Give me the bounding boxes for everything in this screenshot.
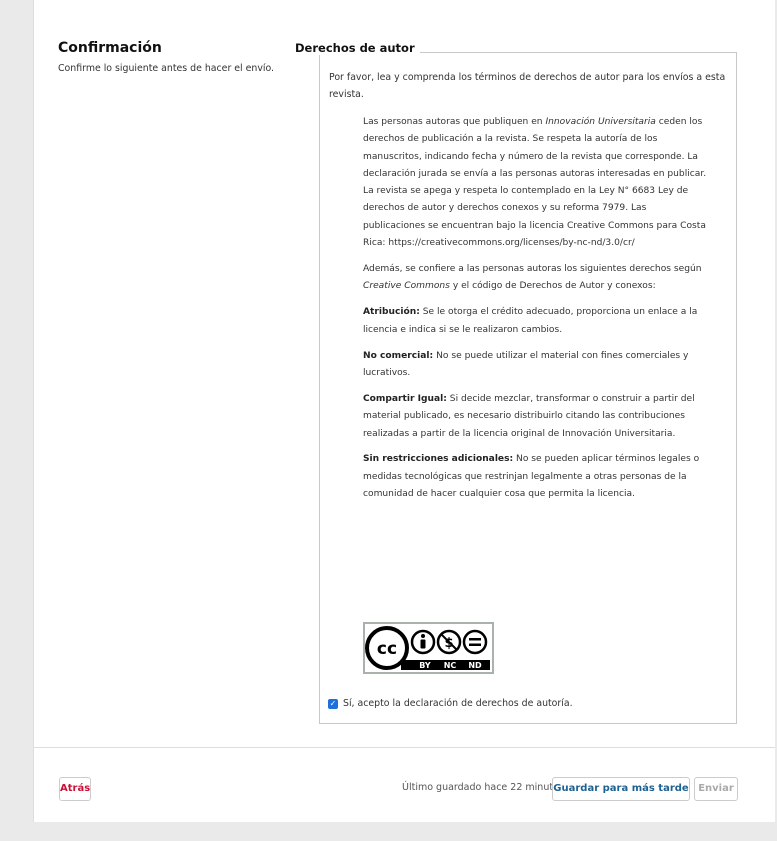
creative-commons-name: Creative Commons (363, 281, 450, 292)
agree-checkbox[interactable]: ✓ (328, 698, 338, 709)
copyright-fieldset: Por favor, lea y comprenda los términos … (319, 52, 737, 724)
save-for-later-button[interactable]: Guardar para más tarde (552, 777, 690, 801)
journal-name: Innovación Universitaria (545, 117, 656, 127)
copyright-agree-option[interactable]: ✓ Sí, acepto la declaración de derechos … (328, 698, 573, 709)
svg-text:ND: ND (468, 661, 482, 670)
confirmation-description: Confirme lo siguiente antes de hacer el … (58, 63, 275, 74)
footer-divider (34, 747, 775, 748)
copyright-legend: Derechos de autor (290, 41, 420, 55)
copyright-notice: Las personas autoras que publiquen en In… (363, 114, 708, 512)
rights-intro-paragraph: Además, se confiere a las personas autor… (363, 264, 702, 292)
sharealike-paragraph: Compartir Igual: Si decide mezclar, tran… (363, 393, 695, 439)
svg-text:cc: cc (377, 639, 397, 659)
confirmation-title: Confirmación (58, 40, 162, 56)
back-button[interactable]: Atrás (59, 777, 91, 801)
copyright-intro: Por favor, lea y comprenda los términos … (329, 72, 726, 100)
submit-button[interactable]: Enviar (694, 777, 738, 801)
noderivatives-icon (462, 629, 488, 655)
attribution-paragraph: Atribución: Se le otorga el crédito adec… (363, 307, 698, 335)
svg-text:NC: NC (444, 661, 457, 670)
cc-license-badge: cc $ BY NC ND (363, 622, 494, 674)
noncommercial-paragraph: No comercial: No se puede utilizar el ma… (363, 350, 689, 378)
last-saved-status: Último guardado hace 22 minutos (402, 782, 564, 793)
norestrictions-paragraph: Sin restricciones adicionales: No se pue… (363, 454, 700, 500)
svg-text:BY: BY (419, 661, 431, 670)
agree-label: Sí, acepto la declaración de derechos de… (343, 698, 573, 709)
notice-paragraph: Las personas autoras que publiquen en In… (363, 117, 707, 249)
submission-card: Confirmación Confirme lo siguiente antes… (33, 0, 775, 822)
